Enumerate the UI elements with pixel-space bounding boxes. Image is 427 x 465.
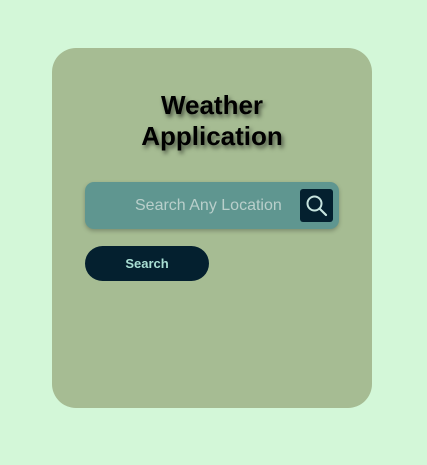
app-title: Weather Application xyxy=(141,90,283,151)
search-icon xyxy=(306,195,328,217)
search-input[interactable] xyxy=(85,182,295,229)
search-bar xyxy=(85,182,339,229)
search-icon-button[interactable] xyxy=(300,189,333,222)
search-button[interactable]: Search xyxy=(85,246,209,281)
weather-card: Weather Application Search xyxy=(52,48,372,408)
